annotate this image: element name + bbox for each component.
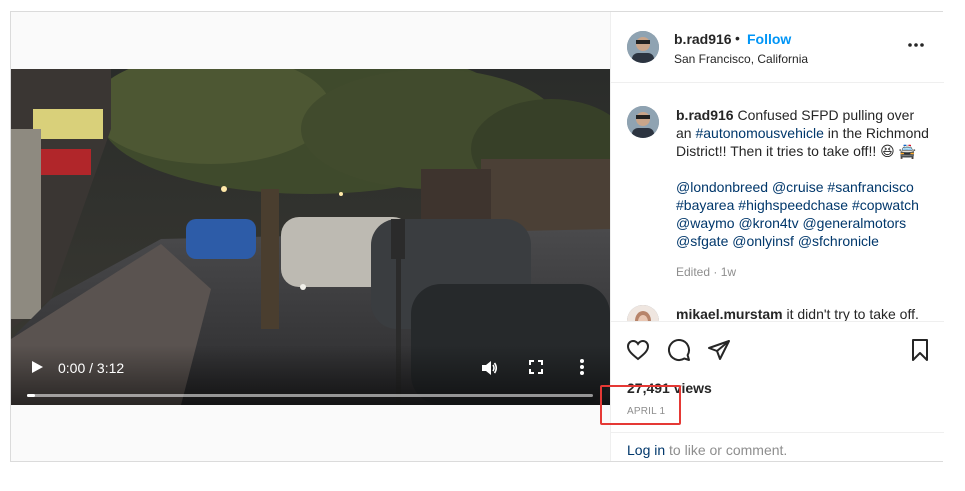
tag-link[interactable]: #bayarea xyxy=(676,197,734,213)
comment-text: it didn't try to take off. xyxy=(786,306,919,321)
fullscreen-icon[interactable] xyxy=(528,359,544,375)
login-prompt: Log in to like or comment. xyxy=(611,432,944,463)
comment-username[interactable]: mikael.murstam xyxy=(676,306,783,321)
video-progress-bar[interactable] xyxy=(27,394,593,397)
tag-link[interactable]: @sfgate xyxy=(676,233,728,249)
play-icon[interactable] xyxy=(29,358,45,376)
avatar[interactable] xyxy=(627,106,659,138)
volume-icon[interactable] xyxy=(480,359,498,377)
more-vertical-icon[interactable] xyxy=(579,358,585,376)
tag-link[interactable]: #copwatch xyxy=(852,197,919,213)
tag-link[interactable]: @londonbreed xyxy=(676,179,768,195)
avatar[interactable] xyxy=(627,31,659,63)
bookmark-icon[interactable] xyxy=(908,338,932,362)
login-text: Log in to like or comment. xyxy=(627,442,787,458)
tag-link[interactable]: @waymo xyxy=(676,215,735,231)
video-progress-fill xyxy=(27,394,35,397)
more-horizontal-icon[interactable] xyxy=(907,36,925,54)
paper-plane-icon[interactable] xyxy=(707,338,731,362)
video-controls: 0:00 / 3:12 xyxy=(11,345,610,405)
tag-link[interactable]: #sanfrancisco xyxy=(827,179,913,195)
login-rest-text: to like or comment. xyxy=(665,442,788,458)
separator-dot: • xyxy=(735,30,740,46)
avatar[interactable] xyxy=(627,305,659,321)
post-header: b.rad916 • Follow San Francisco, Califor… xyxy=(611,12,944,83)
tag-link[interactable]: @generalmotors xyxy=(802,215,906,231)
instagram-post: 0:00 / 3:12 b.rad916 • Follow San Franci… xyxy=(10,11,944,463)
video-time: 0:00 / 3:12 xyxy=(58,360,125,376)
post-caption: b.rad916 Confused SFPD pulling over an #… xyxy=(676,106,931,250)
video-player[interactable]: 0:00 / 3:12 xyxy=(11,69,610,405)
comment-icon[interactable] xyxy=(667,338,691,362)
follow-button[interactable]: Follow xyxy=(747,31,791,47)
login-link[interactable]: Log in xyxy=(627,442,665,458)
comments-section: b.rad916 Confused SFPD pulling over an #… xyxy=(611,83,944,321)
heart-icon[interactable] xyxy=(626,338,650,362)
caption-username[interactable]: b.rad916 xyxy=(676,107,734,123)
tag-link[interactable]: @sfchronicle xyxy=(798,233,879,249)
post-username[interactable]: b.rad916 xyxy=(674,31,732,47)
tag-link[interactable]: @cruise xyxy=(772,179,824,195)
tag-link[interactable]: @onlyinsf xyxy=(732,233,794,249)
tag-link[interactable]: @kron4tv xyxy=(738,215,798,231)
hashtag-link[interactable]: #autonomousvehicle xyxy=(695,125,823,141)
annotation-highlight-box xyxy=(600,385,681,425)
edited-timestamp: Edited · 1w xyxy=(676,265,737,279)
caption-tags: @londonbreed @cruise #sanfrancisco #baya… xyxy=(676,178,931,250)
comment: mikael.murstam it didn't try to take off… xyxy=(676,306,941,321)
post-media: 0:00 / 3:12 xyxy=(11,12,610,461)
tag-link[interactable]: #highspeedchase xyxy=(738,197,848,213)
post-location[interactable]: San Francisco, California xyxy=(674,52,808,66)
